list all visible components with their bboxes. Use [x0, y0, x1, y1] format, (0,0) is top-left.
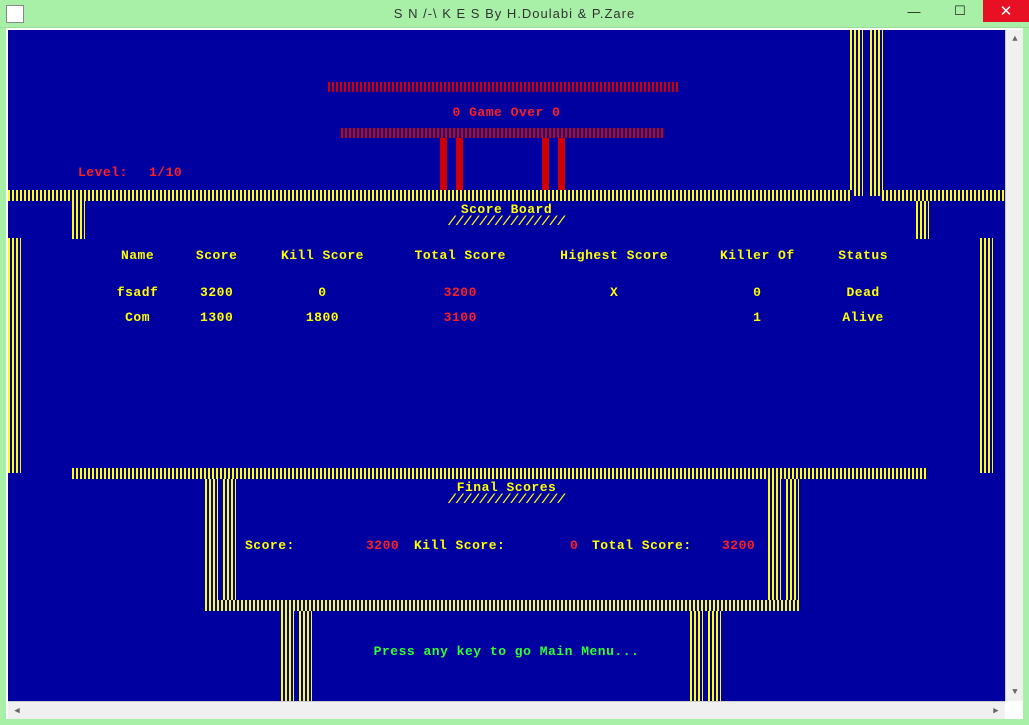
cell-score: 1300 [177, 310, 256, 335]
deco-stripe [8, 238, 21, 473]
horizontal-scrollbar[interactable]: ◀ ▶ [8, 701, 1005, 719]
cell-status: Dead [818, 285, 908, 310]
minimize-button[interactable]: — [891, 0, 937, 22]
deco-stripe [916, 201, 929, 239]
cell-kill-score: 1800 [256, 310, 388, 335]
deco-stripe [205, 600, 799, 611]
deco-slashes: /////////////// [8, 214, 1005, 229]
final-score-label: Score: [245, 538, 295, 553]
cell-killer-of: 1 [696, 310, 818, 335]
scoreboard-table: Name Score Kill Score Total Score Highes… [98, 248, 908, 335]
cell-name: Com [98, 310, 177, 335]
final-kill-label: Kill Score: [414, 538, 505, 553]
deco-red-bar [440, 138, 447, 196]
deco-stripe [205, 479, 218, 604]
final-kill-value: 0 [570, 538, 578, 553]
cell-total-score: 3200 [389, 285, 532, 310]
table-row: Com 1300 1800 3100 1 Alive [98, 310, 908, 335]
cell-killer-of: 0 [696, 285, 818, 310]
final-total-value: 3200 [722, 538, 755, 553]
cell-highest-score [532, 310, 697, 335]
col-killer-of: Killer Of [696, 248, 818, 285]
cell-total-score: 3100 [389, 310, 532, 335]
cell-status: Alive [818, 310, 908, 335]
deco-red-stripe [341, 128, 665, 138]
col-total-score: Total Score [389, 248, 532, 285]
deco-stripe [223, 479, 236, 604]
close-button[interactable]: ✕ [983, 0, 1029, 22]
titlebar: S N /-\ K E S By H.Doulabi & P.Zare — ☐ … [0, 0, 1029, 28]
scroll-down-icon[interactable]: ▼ [1006, 683, 1024, 701]
window-controls: — ☐ ✕ [891, 0, 1029, 27]
cell-highest-score: X [532, 285, 697, 310]
deco-stripe [72, 468, 928, 479]
col-highest-score: Highest Score [532, 248, 697, 285]
deco-slashes: /////////////// [8, 492, 1005, 507]
table-header-row: Name Score Kill Score Total Score Highes… [98, 248, 908, 285]
app-icon [6, 5, 24, 23]
col-kill-score: Kill Score [256, 248, 388, 285]
window-title: S N /-\ K E S By H.Doulabi & P.Zare [0, 6, 1029, 21]
col-status: Status [818, 248, 908, 285]
level-label: Level: [78, 165, 128, 180]
deco-stripe [786, 479, 799, 604]
deco-stripe [882, 190, 1005, 201]
col-score: Score [177, 248, 256, 285]
deco-red-bar [456, 138, 463, 196]
level-value: 1/10 [149, 165, 182, 180]
table-row: fsadf 3200 0 3200 X 0 Dead [98, 285, 908, 310]
final-total-label: Total Score: [592, 538, 692, 553]
cell-kill-score: 0 [256, 285, 388, 310]
scroll-up-icon[interactable]: ▲ [1006, 30, 1024, 48]
game-over-text: 0 Game Over 0 [8, 105, 1005, 120]
scroll-right-icon[interactable]: ▶ [987, 702, 1005, 720]
deco-stripe [768, 479, 781, 604]
deco-stripe [980, 238, 993, 473]
maximize-button[interactable]: ☐ [937, 0, 983, 22]
vertical-scrollbar[interactable]: ▲ ▼ [1005, 30, 1023, 701]
deco-red-stripe [328, 82, 678, 92]
client-area: 0 Game Over 0 Level: 1/10 Score Board //… [6, 28, 1023, 719]
final-score-value: 3200 [366, 538, 399, 553]
cell-score: 3200 [177, 285, 256, 310]
game-canvas[interactable]: 0 Game Over 0 Level: 1/10 Score Board //… [8, 30, 1005, 701]
col-name: Name [98, 248, 177, 285]
press-any-key-prompt[interactable]: Press any key to go Main Menu... [8, 644, 1005, 659]
deco-stripe [72, 201, 85, 239]
deco-red-bar [558, 138, 565, 196]
cell-name: fsadf [98, 285, 177, 310]
scroll-left-icon[interactable]: ◀ [8, 702, 26, 720]
deco-red-bar [542, 138, 549, 196]
deco-stripe [8, 190, 852, 201]
